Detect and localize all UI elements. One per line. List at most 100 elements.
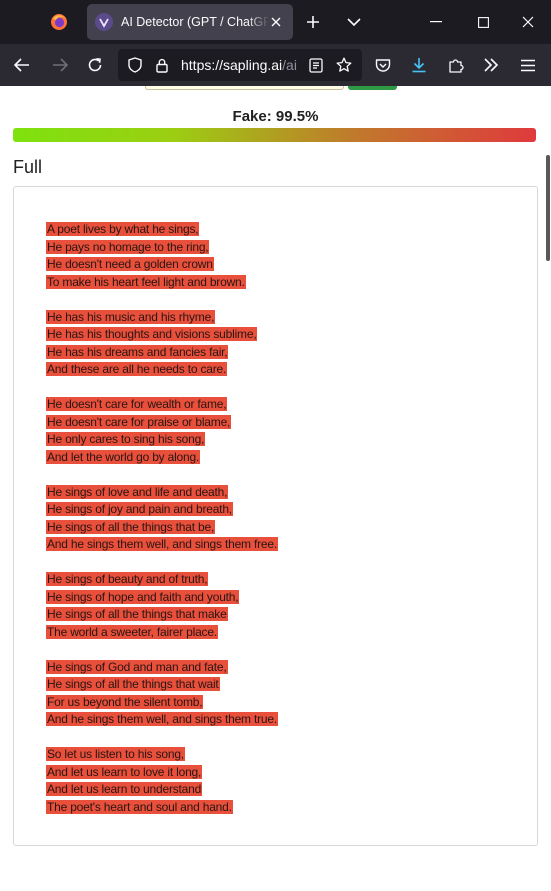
poem-line: For us beyond the silent tomb,	[46, 693, 516, 711]
highlighted-sentence: He has his music and his rhyme,	[46, 309, 216, 324]
poem-stanza: He sings of beauty and of truth, He sings…	[46, 570, 516, 640]
highlighted-sentence: He sings of hope and faith and youth,	[46, 589, 240, 604]
poem-line: A poet lives by what he sings,	[46, 220, 516, 238]
highlighted-sentence: He sings of God and man and fate,	[46, 659, 228, 674]
highlighted-sentence: The world a sweeter, fairer place.	[46, 624, 218, 639]
address-bar[interactable]: https://sapling.ai/ai-content-detector	[118, 49, 362, 81]
close-window-icon[interactable]	[518, 12, 538, 32]
hamburger-menu-icon[interactable]	[518, 55, 538, 75]
minimize-window-icon[interactable]	[426, 12, 446, 32]
sapling-favicon-icon	[95, 13, 113, 31]
highlighted-sentence: He only cares to sing his song,	[46, 432, 206, 446]
poem-line: And let the world go by along.	[46, 448, 516, 466]
poem-line: So let us listen to his song,	[46, 745, 516, 763]
highlighted-sentence: And these are all he needs to care.	[46, 362, 228, 376]
highlighted-sentence: He sings of all the things that wait	[46, 677, 220, 691]
poem-line: And these are all he needs to care.	[46, 360, 516, 378]
new-tab-icon[interactable]	[303, 12, 323, 32]
highlighted-sentence: He doesn't care for praise or blame,	[46, 414, 232, 429]
poem-line: And let us learn to love it long,	[46, 763, 516, 781]
poem-line: He has his thoughts and visions sublime,	[46, 325, 516, 343]
poem-stanza: He sings of God and man and fate, He sing…	[46, 658, 516, 728]
poem-line: The world a sweeter, fairer place.	[46, 623, 516, 641]
fake-score-label: Fake: 99.5%	[232, 108, 319, 125]
highlighted-sentence: The poet's heart and soul and hand.	[46, 799, 233, 814]
poem-line: The poet's heart and soul and hand.	[46, 798, 516, 816]
tab-title: AI Detector (GPT / ChatGPT) | Sapling	[121, 15, 269, 29]
poem-line: He has his music and his rhyme,	[46, 308, 516, 326]
firefox-menu-icon[interactable]	[44, 7, 74, 37]
bookmark-star-icon[interactable]	[334, 55, 354, 75]
poem-stanza: So let us listen to his song, And let us …	[46, 745, 516, 815]
extensions-puzzle-icon[interactable]	[446, 55, 466, 75]
highlighted-sentence: He sings of all the things that be,	[46, 519, 216, 534]
poem-line: He sings of love and life and death,	[46, 483, 516, 501]
highlighted-sentence: He sings of love and life and death,	[46, 484, 229, 499]
page-scrollbar-thumb[interactable]	[546, 155, 550, 261]
highlighted-sentence: To make his heart feel light and brown.	[46, 274, 246, 289]
highlighted-sentence: A poet lives by what he sings,	[46, 222, 200, 236]
poem-stanza: A poet lives by what he sings, He pays no…	[46, 220, 516, 290]
poem-line: He only cares to sing his song,	[46, 430, 516, 448]
highlighted-sentence: He pays no homage to the ring,	[46, 239, 210, 254]
section-title: Full	[13, 157, 43, 177]
url-path: /ai-content-detector	[282, 57, 297, 73]
more-tools-chevrons-icon[interactable]	[481, 55, 501, 75]
highlighted-sentence: He has his thoughts and visions sublime,	[46, 327, 258, 341]
poem-line: He has his dreams and fancies fair,	[46, 343, 516, 361]
lock-icon[interactable]	[152, 55, 172, 75]
fake-score-meter	[13, 128, 536, 142]
highlighted-sentence: He sings of beauty and of truth,	[46, 572, 209, 586]
poem-stanza: He has his music and his rhyme, He has hi…	[46, 308, 516, 378]
highlighted-sentence: And let us learn to love it long,	[46, 764, 203, 779]
highlighted-sentence: And he sings them well, and sings them f…	[46, 537, 278, 551]
maximize-window-icon[interactable]	[473, 12, 493, 32]
close-tab-icon[interactable]	[267, 13, 285, 31]
downloads-icon[interactable]	[409, 55, 429, 75]
highlighted-text-panel: A poet lives by what he sings, He pays no…	[13, 186, 538, 846]
active-tab[interactable]: AI Detector (GPT / ChatGPT) | Sapling	[87, 4, 293, 40]
forward-arrow-icon[interactable]	[50, 55, 70, 75]
poem-line: He sings of all the things that be,	[46, 518, 516, 536]
highlighted-sentence: He doesn't need a golden crown	[46, 257, 214, 271]
poem-line: He sings of beauty and of truth,	[46, 570, 516, 588]
navigation-toolbar: https://sapling.ai/ai-content-detector	[0, 44, 551, 86]
page-content: Fake: 99.5% Full A poet lives by what he…	[0, 86, 551, 891]
poem-line: And he sings them well, and sings them t…	[46, 710, 516, 728]
highlighted-sentence: For us beyond the silent tomb,	[46, 694, 204, 709]
highlighted-sentence: He has his dreams and fancies fair,	[46, 344, 229, 359]
poem-stanza: He sings of love and life and death, He s…	[46, 483, 516, 553]
highlighted-sentence: So let us listen to his song,	[46, 747, 185, 761]
pocket-icon[interactable]	[373, 55, 393, 75]
highlighted-sentence: He sings of joy and pain and breath,	[46, 502, 233, 516]
tab-strip: AI Detector (GPT / ChatGPT) | Sapling	[0, 0, 551, 44]
highlighted-sentence: And he sings them well, and sings them t…	[46, 712, 278, 726]
submit-button-partial[interactable]	[348, 86, 397, 90]
highlighted-sentence: He doesn't care for wealth or fame,	[46, 397, 228, 411]
poem-line: He sings of joy and pain and breath,	[46, 500, 516, 518]
highlighted-sentence: And let the world go by along.	[46, 449, 201, 464]
list-tabs-chevron-down-icon[interactable]	[344, 12, 364, 32]
text-input-partial[interactable]	[145, 86, 344, 90]
url-host: https://sapling.ai	[181, 57, 283, 73]
poem-line: He doesn't care for praise or blame,	[46, 413, 516, 431]
back-arrow-icon[interactable]	[12, 55, 32, 75]
poem-line: He sings of hope and faith and youth,	[46, 588, 516, 606]
poem-text: A poet lives by what he sings, He pays no…	[46, 220, 516, 833]
poem-line: He doesn't need a golden crown	[46, 255, 516, 273]
highlighted-sentence: He sings of all the things that make	[46, 607, 228, 621]
poem-line: He sings of all the things that wait	[46, 675, 516, 693]
poem-stanza: He doesn't care for wealth or fame, He do…	[46, 395, 516, 465]
poem-line: He sings of all the things that make	[46, 605, 516, 623]
url-text[interactable]: https://sapling.ai/ai-content-detector	[181, 57, 297, 73]
poem-line: To make his heart feel light and brown.	[46, 273, 516, 291]
reader-view-icon[interactable]	[306, 55, 326, 75]
tracking-protection-shield-icon[interactable]	[125, 55, 145, 75]
reload-icon[interactable]	[85, 55, 105, 75]
poem-line: He pays no homage to the ring,	[46, 238, 516, 256]
poem-line: And let us learn to understand	[46, 780, 516, 798]
highlighted-sentence: And let us learn to understand	[46, 782, 203, 796]
poem-line: He doesn't care for wealth or fame,	[46, 395, 516, 413]
poem-line: And he sings them well, and sings them f…	[46, 535, 516, 553]
poem-line: He sings of God and man and fate,	[46, 658, 516, 676]
